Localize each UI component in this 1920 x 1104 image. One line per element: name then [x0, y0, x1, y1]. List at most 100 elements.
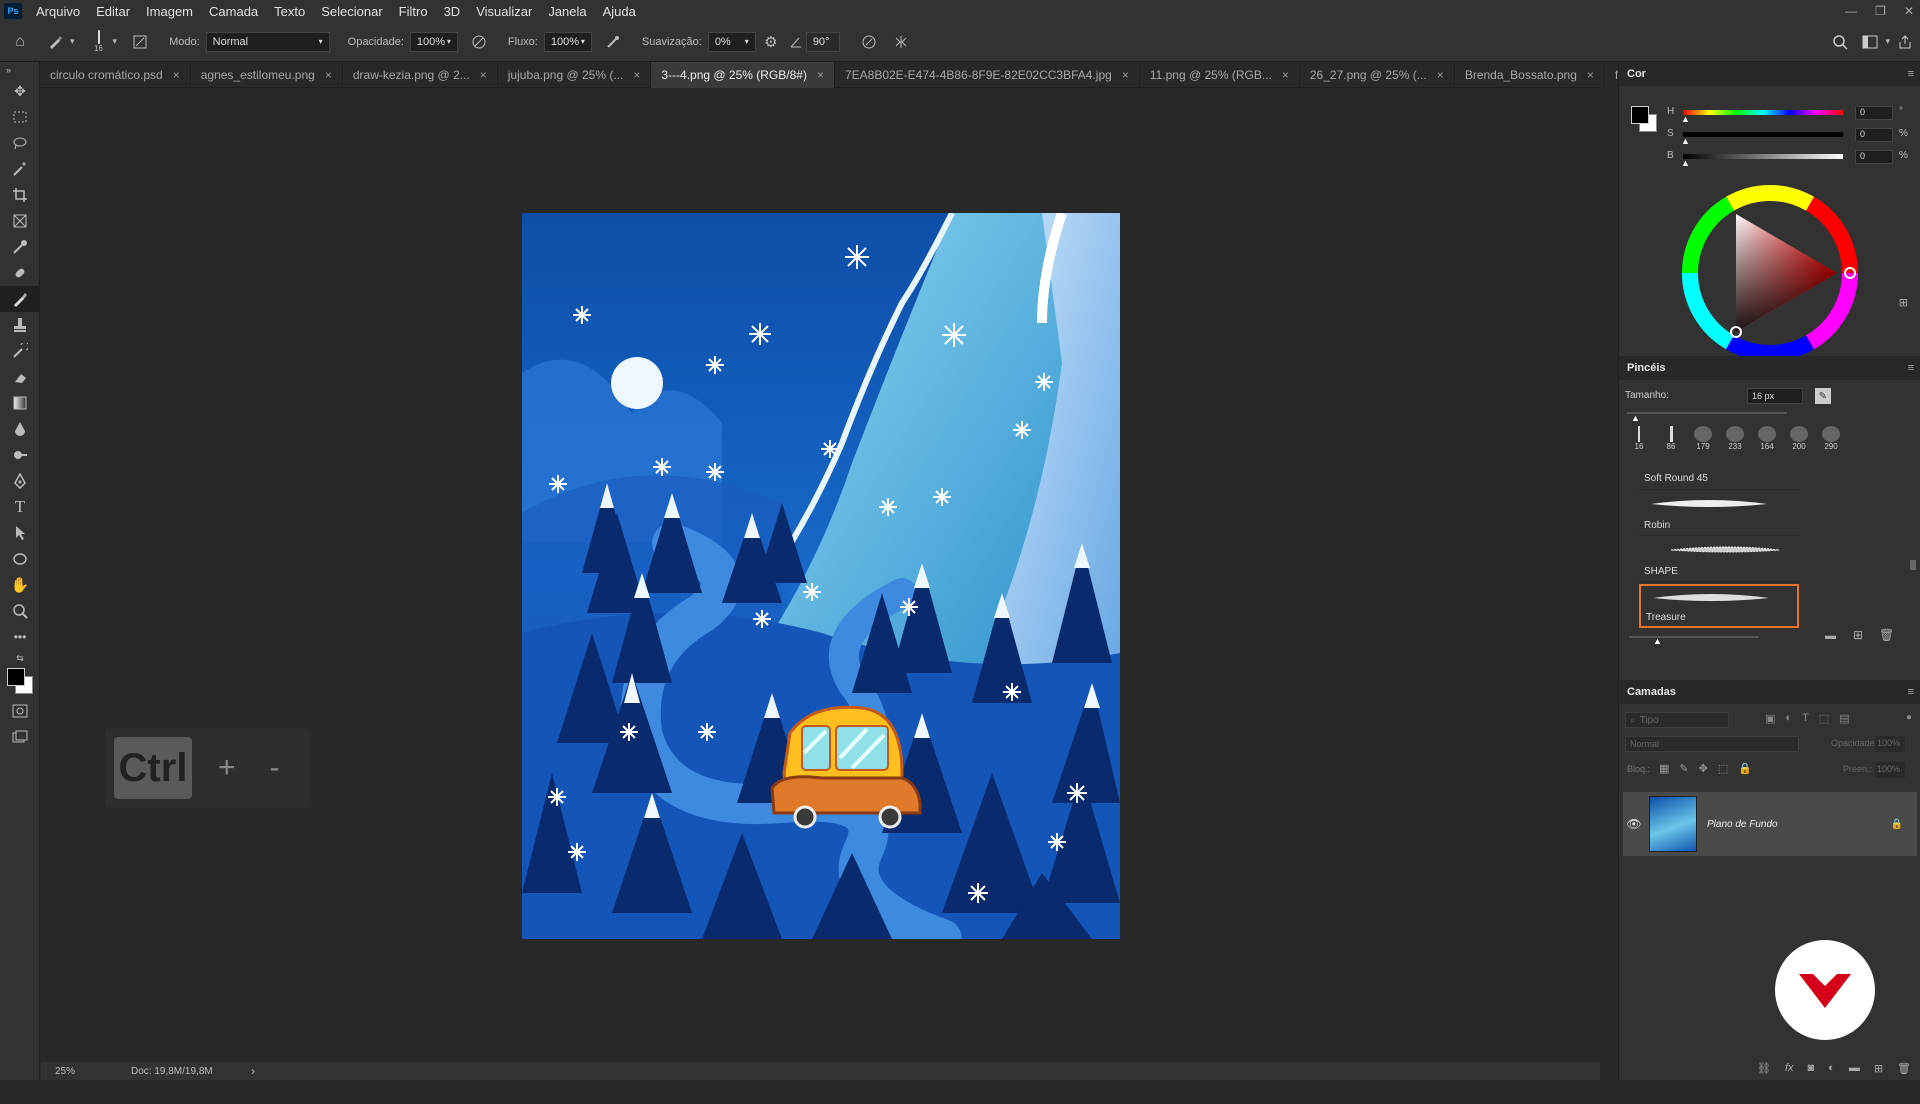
slider-thumb[interactable]: ▲ — [1681, 114, 1690, 124]
tab-agnes-estilomeu[interactable]: agnes_estilomeu.png × — [191, 62, 343, 88]
gear-icon[interactable]: ⚙ — [756, 33, 786, 51]
close-tab-icon[interactable]: × — [1587, 68, 1594, 82]
smart-object-filter-icon[interactable]: ▤ — [1839, 712, 1849, 725]
workspace-icon[interactable] — [1855, 35, 1885, 49]
mode-select[interactable]: Normal ▾ — [205, 31, 330, 52]
color-swatches[interactable] — [1629, 104, 1659, 134]
share-icon[interactable] — [1890, 34, 1920, 50]
close-tab-icon[interactable]: × — [325, 68, 332, 82]
more-tools-icon[interactable]: ••• — [0, 624, 40, 650]
trash-icon[interactable]: 🗑 — [1879, 628, 1894, 642]
document-canvas[interactable] — [522, 213, 1120, 939]
panel-menu-icon[interactable]: ≡ — [1908, 686, 1914, 698]
panel-menu-icon[interactable]: ≡ — [1908, 362, 1914, 374]
zoom-tool-icon[interactable] — [0, 598, 40, 624]
menu-editar[interactable]: Editar — [88, 4, 138, 19]
menu-camada[interactable]: Camada — [201, 4, 266, 19]
layer-filter-input[interactable]: ⌕ Tipo — [1625, 712, 1729, 728]
pressure-opacity-icon[interactable] — [464, 34, 494, 50]
expand-icon[interactable]: ⊞ — [1899, 296, 1908, 309]
recent-brush[interactable]: 164 — [1751, 426, 1783, 451]
flow-field[interactable]: 100% ▾ — [543, 31, 592, 52]
color-swatches[interactable] — [0, 666, 40, 698]
screen-mode-icon[interactable] — [0, 724, 40, 750]
eye-icon[interactable]: 👁 — [1623, 817, 1645, 831]
home-icon[interactable]: ⌂ — [0, 33, 40, 51]
pixel-filter-icon[interactable]: ▣ — [1765, 712, 1775, 725]
swap-colors-icon[interactable]: ⇆ — [0, 650, 40, 666]
layer-row[interactable]: 👁 Plano de Fundo 🔒 — [1623, 792, 1917, 856]
new-layer-icon[interactable]: ⊞ — [1874, 1062, 1883, 1075]
fill-value[interactable]: 100% — [1875, 762, 1905, 778]
frame-tool-icon[interactable] — [0, 208, 40, 234]
tab-3-4[interactable]: 3---4.png @ 25% (RGB/8#) × — [651, 62, 835, 88]
close-tab-icon[interactable]: × — [633, 68, 640, 82]
angle-field[interactable]: 90° — [805, 31, 840, 52]
menu-texto[interactable]: Texto — [266, 4, 313, 19]
lock-pixels-icon[interactable]: ✎ — [1679, 762, 1688, 775]
close-tab-icon[interactable]: × — [1282, 68, 1289, 82]
color-panel-tab[interactable]: Cor ≡ — [1619, 62, 1920, 86]
airbrush-icon[interactable] — [598, 34, 628, 50]
lock-position-icon[interactable]: ✥ — [1699, 762, 1708, 775]
trash-icon[interactable]: 🗑 — [1897, 1062, 1911, 1075]
gradient-tool-icon[interactable] — [0, 390, 40, 416]
b-value[interactable]: 0 — [1855, 150, 1893, 164]
move-tool-icon[interactable]: ✥ — [0, 78, 40, 104]
eyedropper-icon[interactable] — [0, 234, 40, 260]
foreground-color-swatch[interactable] — [7, 668, 25, 686]
adjustment-layer-icon[interactable]: ◐ — [1828, 1062, 1835, 1074]
recent-brush[interactable]: 86 — [1655, 426, 1687, 451]
add-brush-icon[interactable]: ⊞ — [1853, 628, 1863, 642]
magic-wand-icon[interactable] — [0, 156, 40, 182]
lock-transparency-icon[interactable]: ▦ — [1659, 762, 1669, 775]
layers-panel-tab[interactable]: Camadas ≡ — [1619, 680, 1920, 704]
minimize-icon[interactable]: — — [1845, 4, 1857, 18]
symmetry-icon[interactable] — [886, 34, 916, 50]
lock-artboard-icon[interactable]: ⬚ — [1718, 762, 1728, 775]
brush-preset-picker[interactable]: 16 — [87, 30, 111, 53]
slider-thumb[interactable]: ▲ — [1631, 413, 1640, 423]
mask-icon[interactable]: ◙ — [1808, 1062, 1815, 1074]
fx-icon[interactable]: fx — [1785, 1062, 1794, 1074]
tab-draw-kezia[interactable]: draw-kezia.png @ 2... × — [343, 62, 498, 88]
restore-icon[interactable]: ❐ — [1875, 4, 1886, 18]
brushes-scrollbar[interactable] — [1910, 490, 1916, 610]
brush-item[interactable]: SHAPE — [1639, 538, 1799, 582]
slider-thumb[interactable]: ▲ — [1681, 136, 1690, 146]
quick-mask-icon[interactable] — [0, 698, 40, 724]
chevron-down-icon[interactable]: ▾ — [113, 36, 118, 47]
recent-brush[interactable]: 233 — [1719, 426, 1751, 451]
ellipse-tool-icon[interactable] — [0, 546, 40, 572]
menu-selecionar[interactable]: Selecionar — [313, 4, 390, 19]
close-tab-icon[interactable]: × — [817, 68, 824, 82]
menu-imagem[interactable]: Imagem — [138, 4, 201, 19]
brush-settings-icon[interactable] — [125, 35, 155, 49]
recent-brush[interactable]: 179 — [1687, 426, 1719, 451]
marquee-tool-icon[interactable] — [0, 104, 40, 130]
layer-opacity-value[interactable]: 100% — [1875, 736, 1905, 752]
dodge-tool-icon[interactable] — [0, 442, 40, 468]
opacity-field[interactable]: 100% ▾ — [409, 31, 458, 52]
lock-all-icon[interactable]: 🔒 — [1738, 762, 1752, 775]
type-filter-icon[interactable]: T — [1802, 712, 1809, 725]
close-tab-icon[interactable]: × — [480, 68, 487, 82]
brush-tool-icon[interactable] — [40, 34, 70, 50]
zoom-level[interactable]: 25% — [41, 1066, 111, 1077]
status-menu-arrow[interactable]: › — [243, 1064, 255, 1078]
type-tool-icon[interactable]: T — [0, 494, 40, 520]
collapse-icon[interactable]: » — [0, 62, 40, 78]
color-wheel[interactable] — [1675, 178, 1865, 368]
pressure-size-icon[interactable] — [852, 34, 886, 50]
close-tab-icon[interactable]: × — [1437, 68, 1444, 82]
filter-toggle-icon[interactable]: ● — [1906, 712, 1912, 723]
folder-icon[interactable]: ▬ — [1825, 630, 1836, 642]
search-icon[interactable] — [1825, 34, 1855, 50]
blur-tool-icon[interactable] — [0, 416, 40, 442]
panel-menu-icon[interactable]: ≡ — [1908, 68, 1914, 80]
menu-janela[interactable]: Janela — [540, 4, 594, 19]
s-value[interactable]: 0 — [1855, 128, 1893, 142]
tab-26-27[interactable]: 26_27.png @ 25% (... × — [1300, 62, 1455, 88]
preview-size-slider[interactable] — [1629, 636, 1759, 638]
brushes-panel-tab[interactable]: Pincéis ≡ — [1619, 356, 1920, 380]
